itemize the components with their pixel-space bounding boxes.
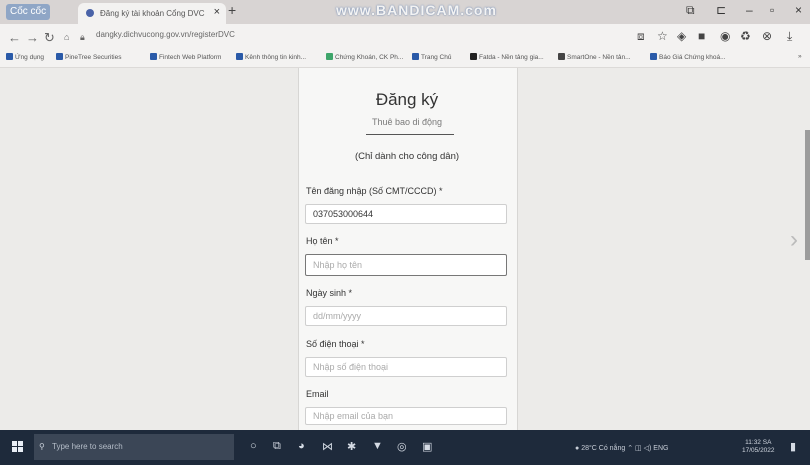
language-indicator[interactable]: ENG bbox=[653, 445, 668, 452]
id-number-input[interactable] bbox=[305, 204, 507, 224]
reload-icon[interactable]: ↻ bbox=[44, 30, 55, 46]
bookmark-chung-khoan[interactable]: Chứng Khoán, CK Ph... bbox=[326, 53, 403, 61]
apps-icon bbox=[6, 53, 13, 60]
id-number-label: Tên đăng nhập (Số CMT/CCCD) * bbox=[306, 186, 443, 196]
browser-brand-logo[interactable]: Cốc cốc bbox=[6, 4, 51, 20]
taskbar-search-box[interactable]: ⚲ Type here to search bbox=[34, 434, 234, 460]
bookmark-favicon-icon bbox=[150, 53, 157, 60]
bookmark-favicon-icon bbox=[412, 53, 419, 60]
active-tab[interactable]: Đăng ký tài khoản Cổng DVC × bbox=[78, 3, 226, 24]
phone-label: Số điện thoại * bbox=[306, 339, 365, 349]
back-icon[interactable]: ← bbox=[8, 30, 21, 45]
pin-icon[interactable]: ⊏ bbox=[716, 3, 726, 17]
network-icon: ◫ bbox=[635, 445, 642, 452]
tab-title: Đăng ký tài khoản Cổng DVC bbox=[100, 9, 205, 18]
bookmark-favicon-icon bbox=[236, 53, 243, 60]
task-view-icon[interactable]: ⧉ bbox=[273, 440, 281, 453]
bookmark-kenh-thong-tin[interactable]: Kênh thông tin kinh... bbox=[236, 53, 306, 61]
weather-icon: ● bbox=[575, 445, 580, 452]
tab-close-icon[interactable]: × bbox=[214, 6, 220, 18]
full-name-input[interactable] bbox=[305, 254, 507, 276]
notification-icon[interactable]: ▮ bbox=[790, 440, 796, 453]
windows-start-icon[interactable] bbox=[12, 441, 24, 453]
lock-icon: 🔒︎ bbox=[80, 32, 85, 42]
forward-icon[interactable]: → bbox=[26, 30, 39, 45]
bookmark-favicon-icon bbox=[558, 53, 565, 60]
extension-icon[interactable]: ■ bbox=[698, 29, 705, 43]
browser-app-icon[interactable]: ◕ bbox=[298, 440, 305, 452]
bookmark-star-icon[interactable]: ☆ bbox=[657, 29, 668, 43]
email-input[interactable] bbox=[305, 407, 507, 425]
bookmark-smartone[interactable]: SmartOne - Nền tản... bbox=[558, 53, 631, 61]
bookmark-apps[interactable]: Ứng dụng bbox=[6, 53, 44, 61]
bookmark-fatda[interactable]: Fatda - Nền tảng gia... bbox=[470, 53, 544, 61]
store-app-icon[interactable]: ▼ bbox=[372, 440, 383, 452]
bookmark-favicon-icon bbox=[326, 53, 333, 60]
volume-icon: ◁) bbox=[643, 445, 652, 452]
tab-search-icon[interactable]: ⧉ bbox=[686, 3, 695, 18]
full-name-label: Họ tên * bbox=[306, 236, 339, 246]
scrollbar-thumb[interactable] bbox=[805, 130, 810, 260]
minimize-icon[interactable]: – bbox=[746, 3, 753, 17]
home-icon[interactable]: ⌂ bbox=[64, 32, 69, 42]
maximize-icon[interactable]: ▫ bbox=[770, 3, 774, 17]
tray-chevron-icon[interactable]: ⌃ bbox=[627, 445, 633, 452]
bookmark-favicon-icon bbox=[650, 53, 657, 60]
profile-icon[interactable]: ⊗ bbox=[762, 29, 772, 43]
bookmark-pinetree[interactable]: PineTree Securities bbox=[56, 53, 121, 61]
settings-icon[interactable]: ◉ bbox=[720, 29, 730, 43]
shield-icon[interactable]: ◈ bbox=[677, 29, 686, 43]
close-window-icon[interactable]: × bbox=[795, 3, 802, 17]
bookmark-favicon-icon bbox=[56, 53, 63, 60]
birth-date-label: Ngày sinh * bbox=[306, 288, 353, 298]
chevron-right-icon[interactable]: › bbox=[790, 226, 798, 254]
weather-status: 28°C Có nắng bbox=[581, 445, 626, 452]
cortana-icon[interactable]: ○ bbox=[250, 440, 257, 452]
tab-mobile-subscriber[interactable]: Thuê bao di động bbox=[298, 117, 516, 127]
recording-watermark: www.BANDICAM.com bbox=[336, 2, 497, 18]
bookmark-fintech[interactable]: Fintech Web Platform bbox=[150, 53, 221, 61]
new-tab-button[interactable]: + bbox=[228, 2, 236, 18]
address-bar[interactable]: dangky.dichvucong.gov.vn/registerDVC bbox=[96, 30, 235, 39]
bookmark-bao-gia[interactable]: Báo Giá Chứng khoá... bbox=[650, 53, 726, 61]
email-label: Email bbox=[306, 389, 329, 399]
gallery-app-icon[interactable]: ▣ bbox=[422, 440, 432, 453]
vscode-app-icon[interactable]: ⋈ bbox=[322, 440, 333, 453]
page-title: Đăng ký bbox=[375, 90, 439, 109]
active-tab-underline bbox=[366, 134, 454, 135]
bookmark-trang-chu[interactable]: Trang Chủ bbox=[412, 53, 451, 61]
tab-favicon-icon bbox=[86, 9, 94, 17]
record-app-icon[interactable]: ◎ bbox=[397, 440, 407, 453]
bookmarks-more-icon[interactable]: » bbox=[798, 53, 802, 60]
screenshot-icon[interactable]: ⧈ bbox=[637, 29, 645, 44]
app-icon[interactable]: ✱ bbox=[347, 440, 356, 453]
download-icon[interactable]: ⤓ bbox=[787, 29, 792, 44]
system-tray[interactable]: ● 28°C Có nắng ⌃ ◫ ◁) ENG bbox=[575, 444, 668, 452]
phone-input[interactable] bbox=[305, 357, 507, 377]
birth-date-input[interactable] bbox=[305, 306, 507, 326]
citizen-only-note: (Chỉ dành cho công dân) bbox=[354, 151, 460, 162]
bookmark-favicon-icon bbox=[470, 53, 477, 60]
sync-icon[interactable]: ♻ bbox=[740, 29, 751, 43]
search-icon: ⚲ bbox=[39, 442, 45, 451]
taskbar-clock[interactable]: 11:32 SA 17/05/2022 bbox=[742, 439, 775, 455]
